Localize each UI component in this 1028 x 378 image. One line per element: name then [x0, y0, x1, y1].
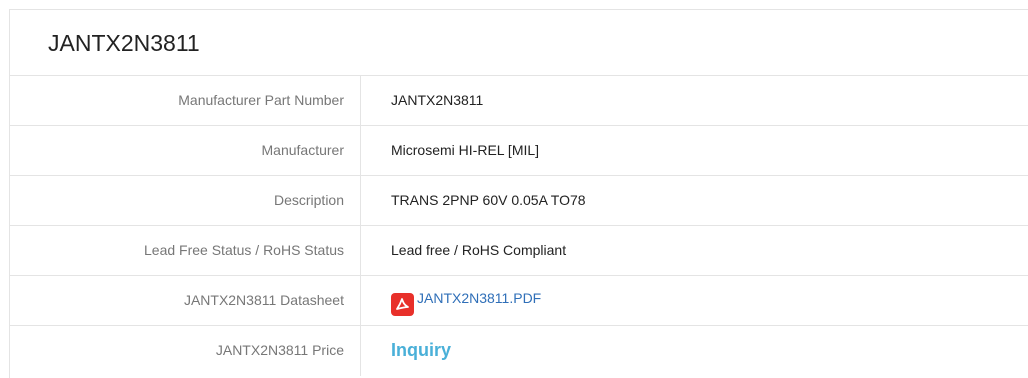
spec-value: Microsemi HI-REL [MIL] [391, 142, 540, 158]
spec-label: JANTX2N3811 Datasheet [10, 276, 361, 325]
spec-value: JANTX2N3811.PDF [361, 276, 1028, 325]
spec-value: Lead free / RoHS Compliant [391, 242, 567, 258]
spec-value: TRANS 2PNP 60V 0.05A TO78 [391, 192, 586, 208]
datasheet-link[interactable]: JANTX2N3811.PDF [417, 289, 541, 307]
product-title: JANTX2N3811 [10, 10, 1028, 76]
spec-label: JANTX2N3811 Price [10, 326, 361, 376]
spec-row-price: JANTX2N3811 Price Inquiry [10, 326, 1028, 376]
spec-row-description: Description TRANS 2PNP 60V 0.05A TO78 [10, 176, 1028, 226]
spec-row-part-number: Manufacturer Part Number JANTX2N3811 [10, 76, 1028, 126]
spec-row-datasheet: JANTX2N3811 Datasheet JANTX2N3811.PDF [10, 276, 1028, 326]
spec-label: Manufacturer [10, 126, 361, 175]
spec-row-manufacturer: Manufacturer Microsemi HI-REL [MIL] [10, 126, 1028, 176]
spec-label: Description [10, 176, 361, 225]
pdf-icon[interactable] [391, 293, 414, 316]
spec-value: Inquiry [361, 326, 1028, 376]
spec-label: Lead Free Status / RoHS Status [10, 226, 361, 275]
spec-value: JANTX2N3811 [391, 92, 484, 108]
product-spec-card: JANTX2N3811 Manufacturer Part Number JAN… [9, 9, 1028, 378]
inquiry-link[interactable]: Inquiry [391, 340, 451, 360]
spec-row-rohs-status: Lead Free Status / RoHS Status Lead free… [10, 226, 1028, 276]
spec-label: Manufacturer Part Number [10, 76, 361, 125]
